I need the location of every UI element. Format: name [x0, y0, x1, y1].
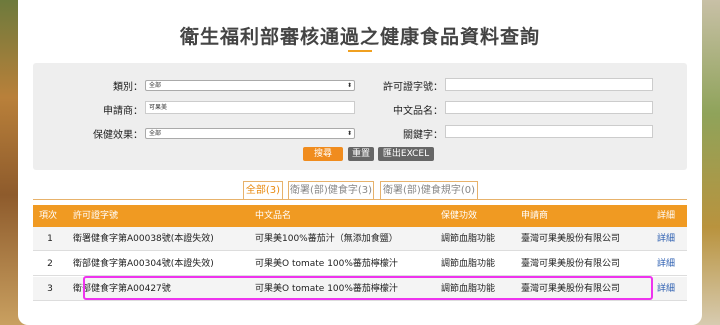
export-excel-button[interactable]: 匯出EXCEL — [378, 147, 434, 161]
row-applicant: 臺灣可果美股份有限公司 — [521, 259, 621, 269]
highlight-box — [83, 276, 653, 300]
tab-divider — [33, 199, 687, 200]
name-label: 中文品名： — [393, 106, 443, 117]
row-effect: 調節血脂功能 — [441, 234, 496, 244]
category-select-value: 全部 — [149, 82, 162, 89]
keyword-input[interactable] — [445, 125, 653, 138]
effect-label: 保健效果： — [93, 130, 143, 141]
row-index: 1 — [47, 234, 53, 244]
main-panel: 衛生福利部審核通過之健康食品資料查詢 類別： 全部 ⬍ 許可證字號： 申請商： … — [18, 0, 702, 325]
col-header-permit: 許可證字號 — [73, 211, 119, 221]
title-underline — [348, 50, 372, 52]
table-row: 2 衛部健食字第A00304號(本證失效) 可果美O tomate 100%蕃茄… — [33, 252, 687, 276]
row-name: 可果美O tomate 100%蕃茄檸檬汁 — [255, 259, 398, 269]
tab-health-food[interactable]: 衛署(部)健食字(3) — [288, 181, 374, 200]
name-input[interactable] — [445, 101, 653, 114]
tab-health-food-spec[interactable]: 衛署(部)健食規字(0) — [380, 181, 478, 200]
permit-label: 許可證字號： — [383, 82, 443, 93]
col-header-effect: 保健功效 — [441, 211, 478, 221]
row-name: 可果美100%蕃茄汁（無添加食鹽） — [255, 234, 398, 244]
row-effect: 調節血脂功能 — [441, 259, 496, 269]
applicant-label: 申請商： — [103, 106, 143, 117]
detail-link[interactable]: 詳細 — [657, 227, 675, 251]
col-header-detail: 詳細 — [657, 211, 676, 221]
row-permit: 衛署健食字第A00038號(本證失效) — [73, 234, 214, 244]
page-title: 衛生福利部審核通過之健康食品資料查詢 — [179, 26, 540, 48]
keyword-label: 關鍵字： — [403, 130, 443, 141]
detail-link[interactable]: 詳細 — [657, 277, 675, 301]
col-header-applicant: 申請商 — [521, 211, 549, 221]
reset-button[interactable]: 重置 — [348, 147, 374, 161]
effect-select-value: 全部 — [149, 130, 162, 137]
table-row: 1 衛署健食字第A00038號(本證失效) 可果美100%蕃茄汁（無添加食鹽） … — [33, 227, 687, 251]
col-header-name: 中文品名 — [255, 211, 292, 221]
detail-link[interactable]: 詳細 — [657, 252, 675, 276]
col-header-index: 項次 — [39, 211, 58, 221]
row-applicant: 臺灣可果美股份有限公司 — [521, 234, 621, 244]
table-header: 項次 許可證字號 中文品名 保健功效 申請商 詳細 — [33, 205, 687, 227]
category-label: 類別： — [113, 82, 143, 93]
row-permit: 衛部健食字第A00304號(本證失效) — [73, 259, 214, 269]
search-button[interactable]: 搜尋 — [303, 147, 343, 161]
tab-all[interactable]: 全部(3) — [243, 181, 283, 200]
row-index: 3 — [47, 284, 53, 294]
row-index: 2 — [47, 259, 53, 269]
permit-input[interactable] — [445, 78, 653, 91]
